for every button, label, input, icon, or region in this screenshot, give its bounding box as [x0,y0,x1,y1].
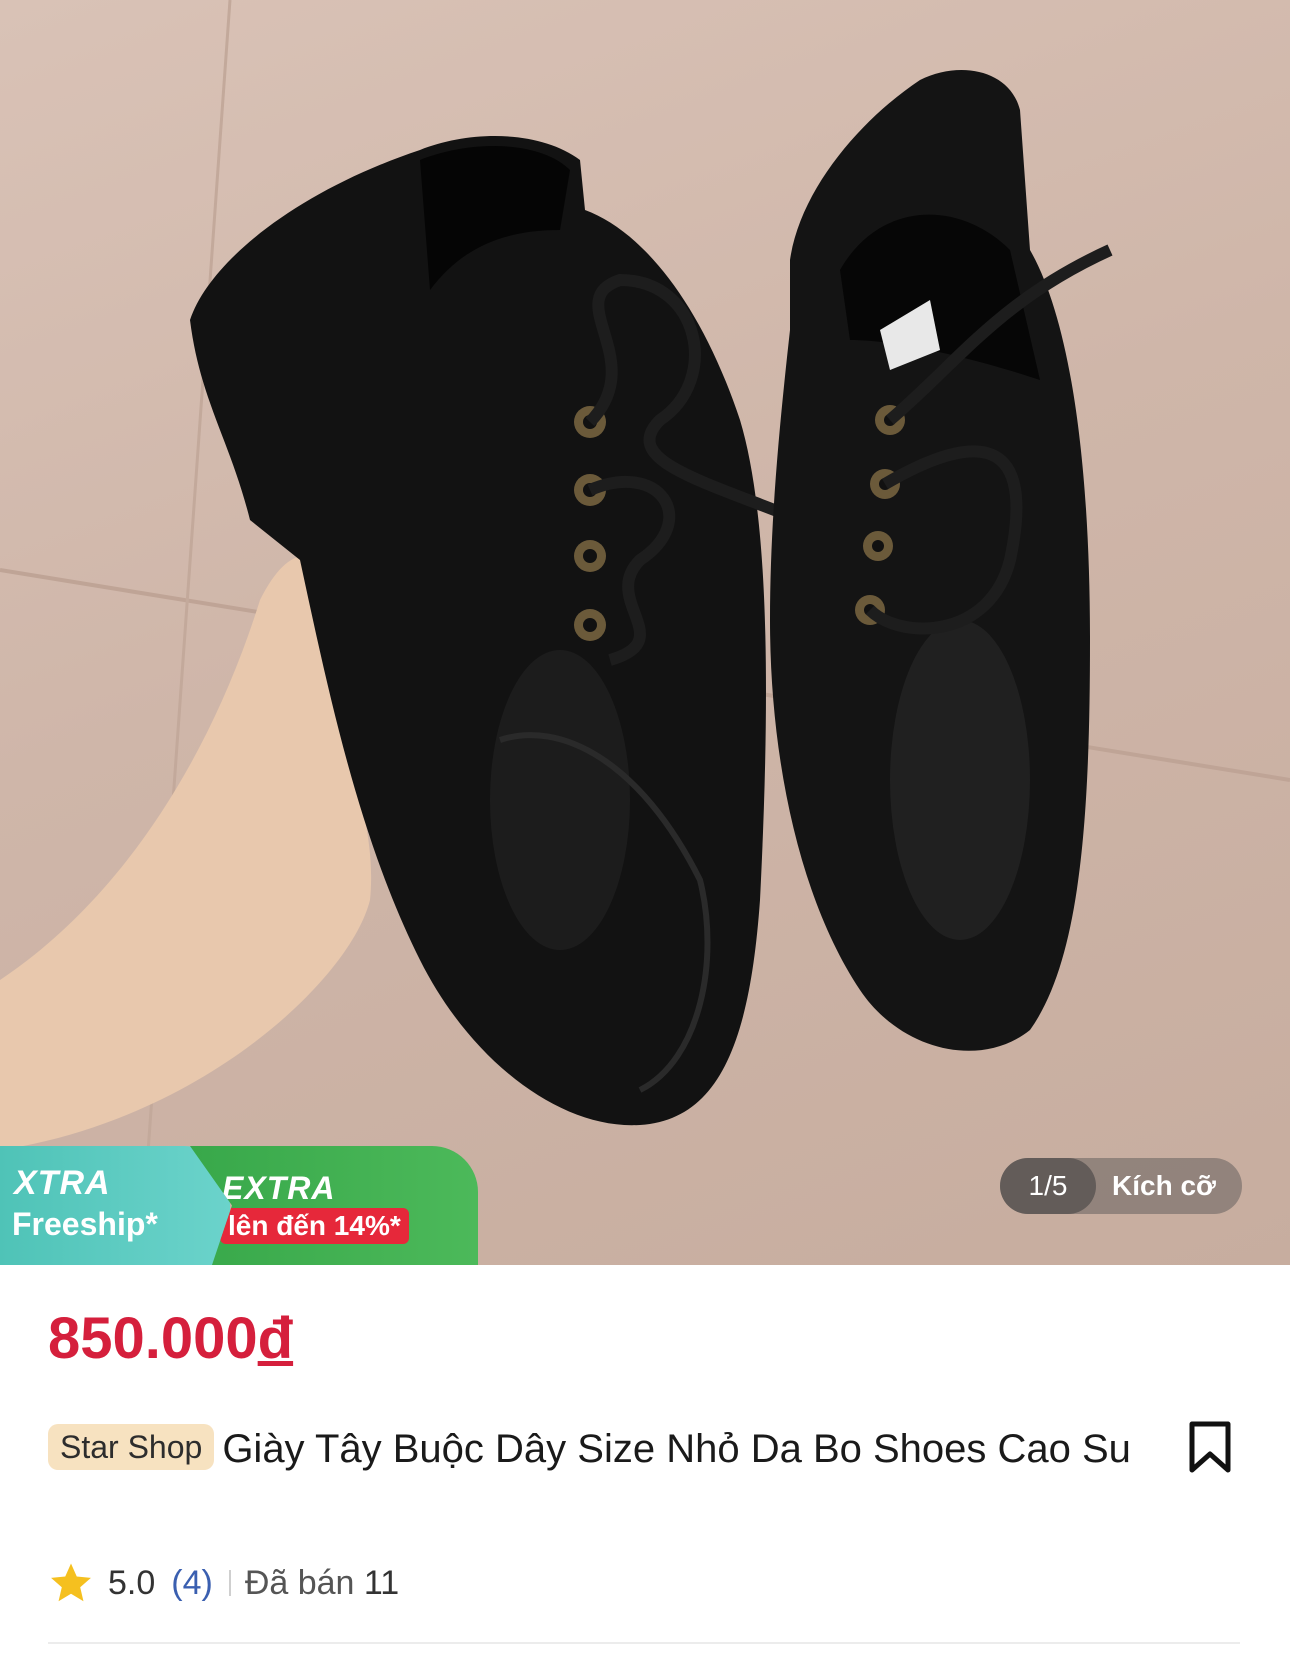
gallery-pager[interactable]: 1/5 Kích cỡ [1000,1158,1242,1214]
sold-count: 11 [363,1563,400,1602]
price-value: 850.000 [48,1306,258,1371]
freeship-label: Freeship* [12,1206,158,1242]
review-count[interactable]: (4) [171,1564,213,1603]
product-title-text: Giày Tây Buộc Dây Size Nhỏ Da Bo Shoes C… [222,1427,1131,1471]
price-currency: đ [257,1306,294,1371]
section-divider [48,1642,1240,1644]
size-button[interactable]: Kích cỡ [1112,1158,1216,1214]
shop-badge[interactable]: Star Shop [48,1424,215,1470]
xtra-label: XTRA [14,1164,111,1202]
product-image-gallery[interactable]: XTRA Freeship* EXTRA lên đến 14%* 1/5 Kí… [0,0,1290,1265]
promo-banner[interactable]: XTRA Freeship* EXTRA lên đến 14%* [0,1146,478,1265]
page-indicator: 1/5 [1000,1158,1096,1214]
rating-divider [228,1570,231,1596]
product-price: 850.000đ [48,1305,293,1372]
xtra-freeship-badge: XTRA Freeship* [0,1146,230,1265]
discount-label: lên đến 14%* [220,1208,409,1244]
rating-row[interactable]: 5.0 (4) Đã bán 11 [48,1560,399,1606]
bookmark-icon[interactable] [1188,1420,1232,1474]
sold-label: Đã bán [244,1563,355,1602]
extra-label: EXTRA [222,1170,336,1206]
star-icon [51,1563,91,1602]
extra-discount-badge: EXTRA lên đến 14%* [190,1146,478,1265]
product-photo [0,0,1290,1265]
product-title: Star Shop Giày Tây Buộc Dây Size Nhỏ Da B… [48,1420,1138,1478]
rating-score: 5.0 [108,1563,156,1602]
